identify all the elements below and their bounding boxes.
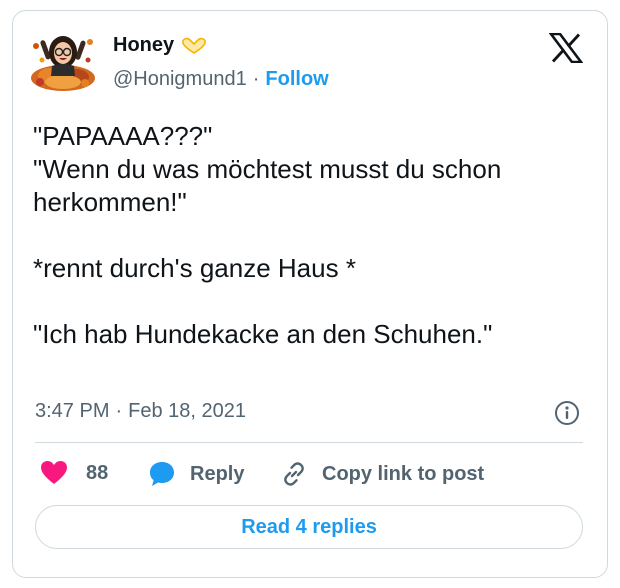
reply-button[interactable]: Reply bbox=[148, 460, 244, 488]
reply-label: Reply bbox=[190, 462, 245, 485]
post-text-line: *rennt durch's ganze Haus * bbox=[33, 253, 356, 283]
post-text-line: "PAPAAAA???" bbox=[33, 121, 213, 151]
heart-icon bbox=[41, 461, 67, 484]
avatar[interactable] bbox=[30, 26, 96, 92]
follow-button[interactable]: Follow bbox=[265, 68, 328, 91]
heart-hands-icon bbox=[182, 37, 207, 54]
like-button[interactable]: 88 bbox=[40, 460, 108, 486]
copy-link-label: Copy link to post bbox=[322, 462, 485, 485]
x-logo-icon[interactable] bbox=[549, 33, 583, 63]
read-replies-label: Read 4 replies bbox=[241, 515, 377, 538]
link-icon bbox=[284, 462, 304, 486]
author-handle-row: @Honigmund1 · Follow bbox=[113, 68, 329, 91]
divider bbox=[35, 442, 583, 443]
post-text-line: "Wenn du was möchtest musst du schon bbox=[33, 154, 502, 184]
info-icon[interactable] bbox=[554, 400, 580, 426]
post-time[interactable]: 3:47 PM bbox=[35, 400, 109, 423]
copy-link-button[interactable]: Copy link to post bbox=[280, 460, 484, 488]
author-name-row[interactable]: Honey bbox=[113, 34, 208, 57]
author-name[interactable]: Honey bbox=[113, 34, 174, 57]
read-replies-button[interactable]: Read 4 replies bbox=[35, 505, 583, 549]
timestamp-separator: · bbox=[115, 400, 123, 422]
post-text-line bbox=[33, 285, 593, 318]
post-text-line bbox=[33, 219, 593, 252]
post-text-line: "Ich hab Hundekacke an den Schuhen." bbox=[33, 319, 493, 349]
post-date[interactable]: Feb 18, 2021 bbox=[128, 400, 246, 423]
handle-separator: · bbox=[252, 68, 260, 90]
post-timestamp[interactable]: 3:47 PM · Feb 18, 2021 bbox=[35, 400, 246, 423]
action-bar: 88 Reply Copy link to post bbox=[0, 460, 620, 490]
speech-bubble-icon bbox=[150, 462, 174, 486]
post-text-line: herkommen!" bbox=[33, 187, 187, 217]
author-handle[interactable]: @Honigmund1 bbox=[113, 68, 247, 91]
post-text: "PAPAAAA???" "Wenn du was möchtest musst… bbox=[33, 120, 593, 351]
like-count: 88 bbox=[86, 461, 109, 484]
